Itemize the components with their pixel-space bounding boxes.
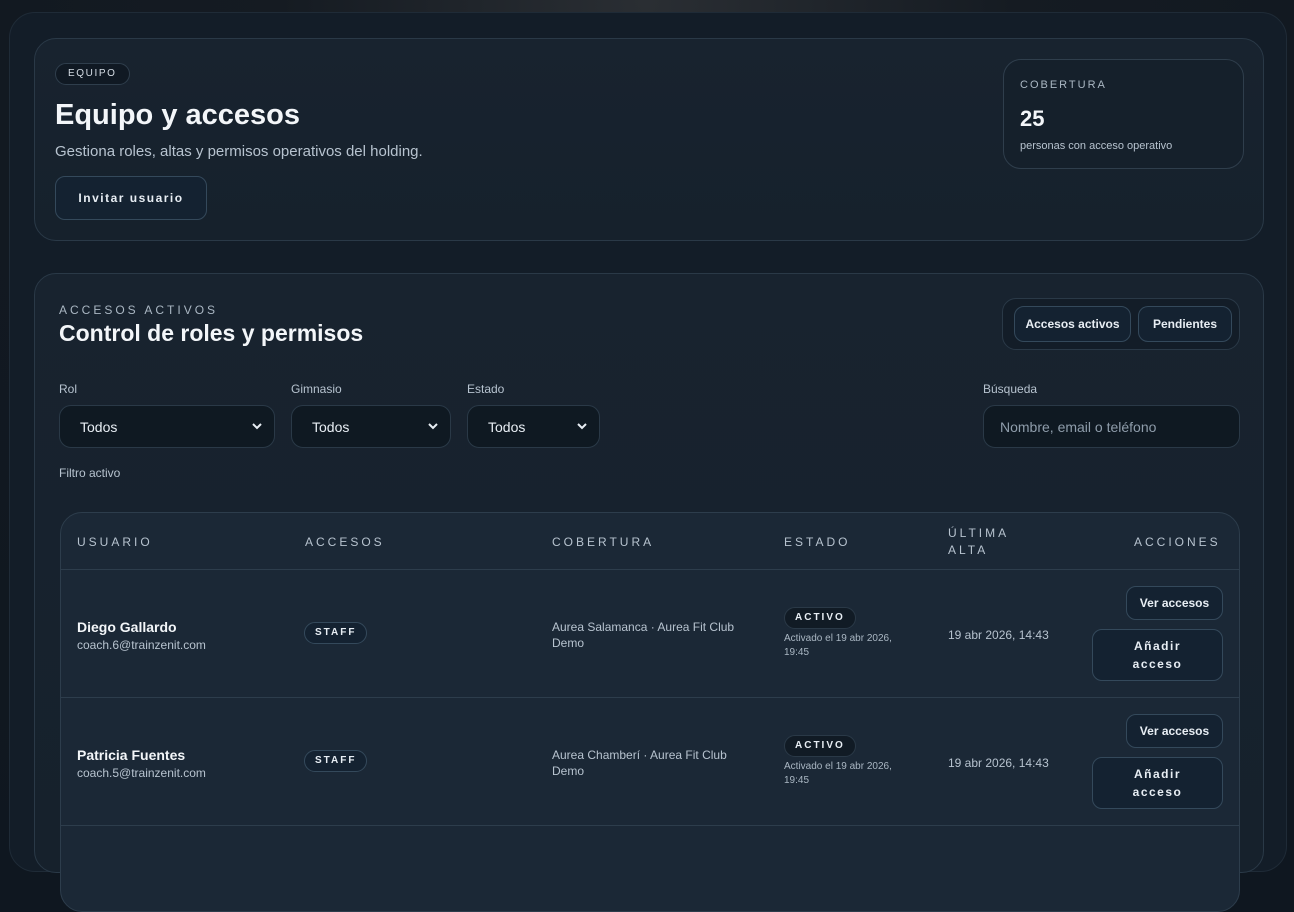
last-alta-date: 19 abr 2026, 14:43 (948, 628, 1049, 642)
add-access-label-line1: Añadir (1133, 767, 1181, 781)
view-access-button[interactable]: Ver accesos (1126, 714, 1223, 748)
header-accesos: ACCESOS (305, 535, 385, 549)
app-shell: EQUIPO Equipo y accesos Gestiona roles, … (9, 12, 1287, 912)
last-alta-date: 19 abr 2026, 14:43 (948, 756, 1049, 770)
add-access-button[interactable]: Añadir acceso (1092, 629, 1223, 681)
view-access-button[interactable]: Ver accesos (1126, 586, 1223, 620)
gym-filter-value: Todos (312, 418, 350, 435)
role-badge: STAFF (304, 622, 368, 644)
coverage-description: personas con acceso operativo (1020, 140, 1173, 152)
user-name: Diego Gallardo (77, 619, 177, 635)
activation-text: Activado el 19 abr 2026, 19:45 (784, 633, 892, 658)
view-segmented-control: Accesos activos Pendientes (1002, 298, 1240, 350)
active-filter-text: Filtro activo (59, 466, 121, 480)
tab-pending[interactable]: Pendientes (1138, 306, 1232, 342)
coverage-text: Aurea Salamanca · Aurea Fit Club Demo (552, 620, 735, 650)
section-title: Control de roles y permisos (59, 320, 364, 346)
table-row (61, 826, 1239, 911)
table-row: Diego Gallardo coach.6@trainzenit.com ST… (61, 570, 1239, 698)
role-badge: STAFF (304, 750, 368, 772)
status-filter-select[interactable]: Todos (467, 405, 600, 448)
header-usuario: USUARIO (77, 535, 153, 549)
page-subtitle: Gestiona roles, altas y permisos operati… (55, 143, 423, 160)
gym-filter-select[interactable]: Todos (291, 405, 451, 448)
header-ultima-alta-line2: ALTA (948, 543, 989, 557)
role-filter-label: Rol (59, 382, 78, 396)
table-row: Patricia Fuentes coach.5@trainzenit.com … (61, 698, 1239, 826)
header-ultima-alta-line1: ÚLTIMA (948, 526, 1010, 540)
status-badge: ACTIVO (784, 735, 856, 757)
chevron-down-icon (577, 423, 587, 430)
section-eyebrow: ACCESOS ACTIVOS (59, 303, 219, 317)
page-title: Equipo y accesos (55, 99, 300, 131)
gym-filter-label: Gimnasio (291, 382, 342, 396)
header-cobertura: COBERTURA (552, 535, 655, 549)
header-acciones: ACCIONES (1134, 535, 1221, 549)
user-name: Patricia Fuentes (77, 747, 186, 763)
role-filter-select[interactable]: Todos (59, 405, 275, 448)
section-tag: EQUIPO (55, 63, 130, 85)
add-access-label-line2: acceso (1132, 785, 1183, 799)
coverage-stat-card: COBERTURA 25 personas con acceso operati… (1003, 59, 1244, 169)
access-control-card: ACCESOS ACTIVOS Control de roles y permi… (34, 273, 1264, 912)
add-access-label-line1: Añadir (1133, 639, 1181, 653)
activation-text: Activado el 19 abr 2026, 19:45 (784, 761, 892, 786)
user-email: coach.5@trainzenit.com (77, 766, 206, 780)
coverage-count: 25 (1020, 106, 1045, 131)
status-badge: ACTIVO (784, 607, 856, 629)
role-filter-value: Todos (80, 418, 118, 435)
search-input[interactable] (983, 405, 1240, 448)
coverage-label: COBERTURA (1020, 79, 1107, 91)
add-access-label-line2: acceso (1132, 657, 1183, 671)
status-filter-label: Estado (467, 382, 505, 396)
team-header-card: EQUIPO Equipo y accesos Gestiona roles, … (34, 38, 1264, 241)
invite-user-button[interactable]: Invitar usuario (55, 176, 207, 220)
add-access-button[interactable]: Añadir acceso (1092, 757, 1223, 809)
user-email: coach.6@trainzenit.com (77, 638, 206, 652)
header-estado: ESTADO (784, 535, 851, 549)
users-table: USUARIO ACCESOS COBERTURA ESTADO ÚLTIMA … (60, 512, 1240, 912)
tab-active-accesses[interactable]: Accesos activos (1014, 306, 1131, 342)
chevron-down-icon (252, 423, 262, 430)
chevron-down-icon (428, 423, 438, 430)
table-header: USUARIO ACCESOS COBERTURA ESTADO ÚLTIMA … (61, 513, 1239, 570)
status-filter-value: Todos (488, 418, 526, 435)
coverage-text: Aurea Chamberí · Aurea Fit Club Demo (552, 748, 727, 778)
search-label: Búsqueda (983, 382, 1038, 396)
